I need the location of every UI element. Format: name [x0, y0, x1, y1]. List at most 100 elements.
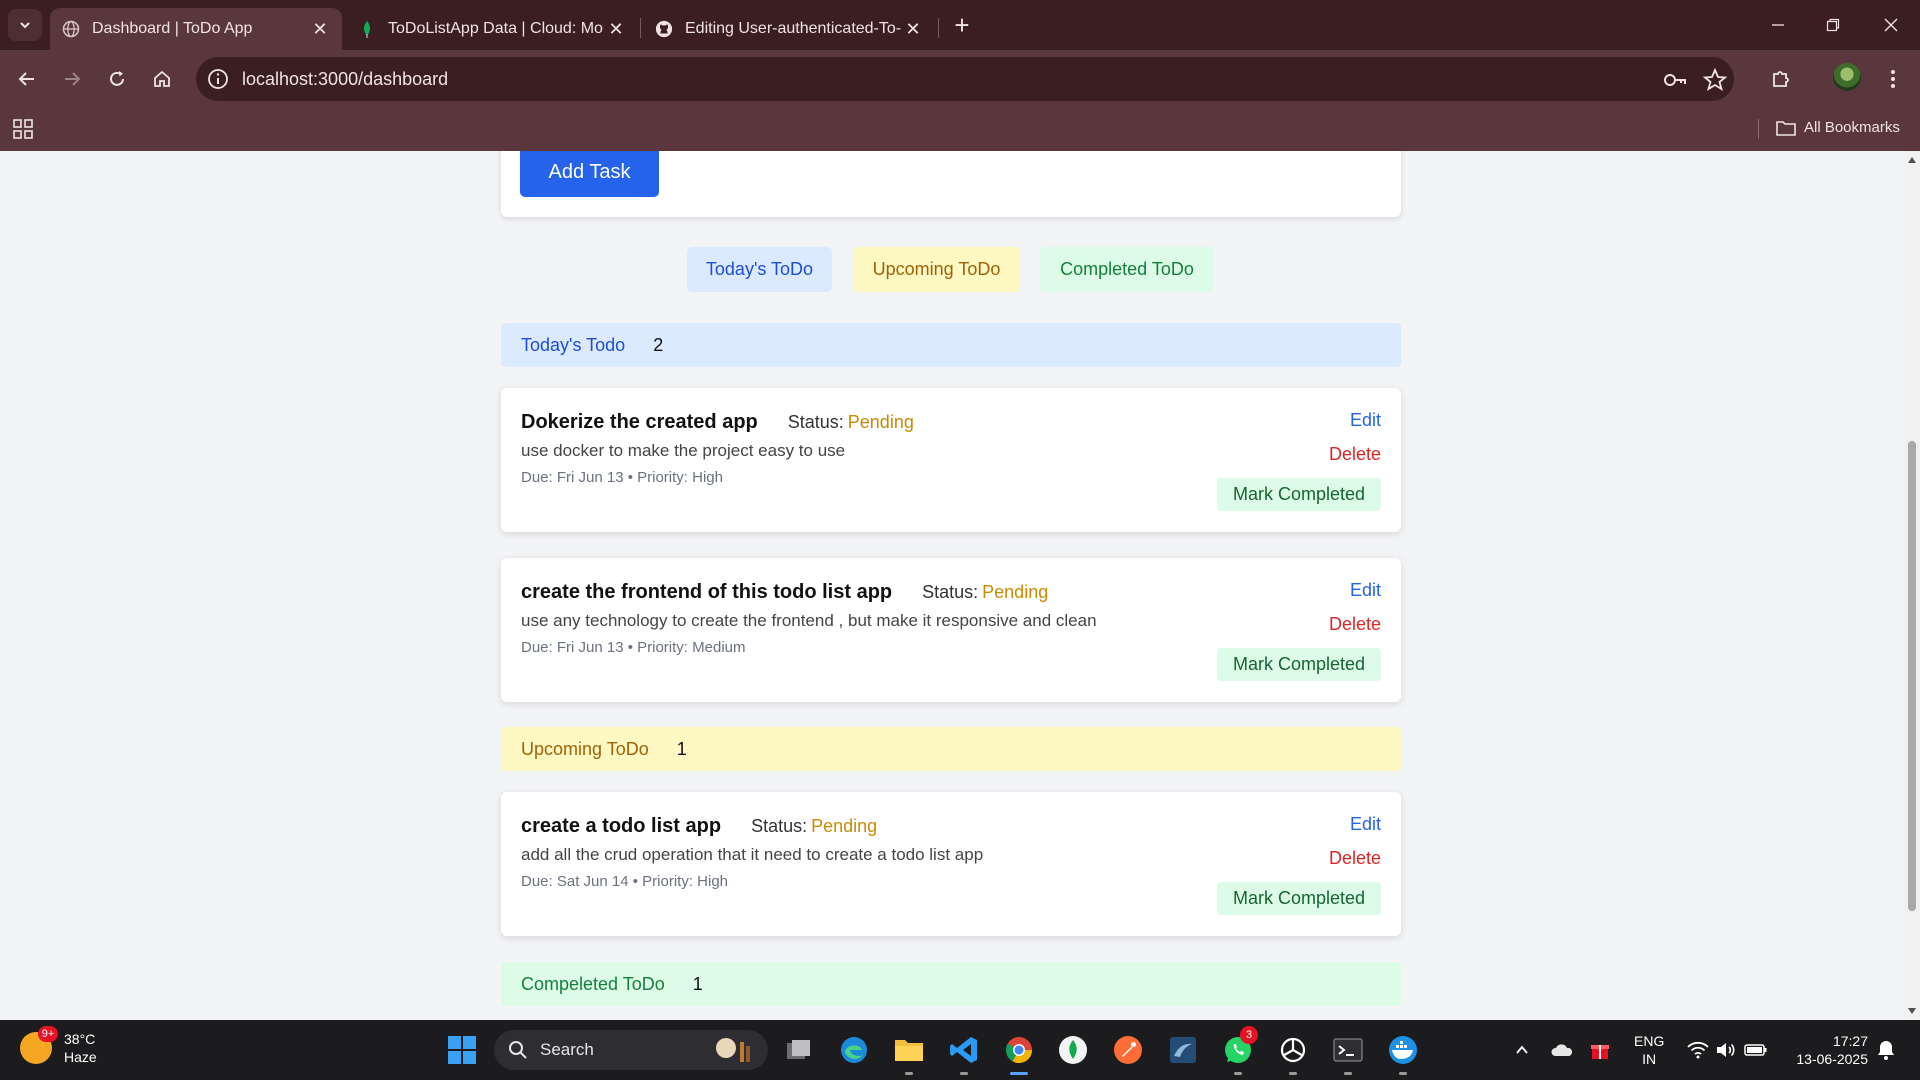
globe-icon — [62, 20, 80, 38]
mark-completed-button[interactable]: Mark Completed — [1217, 648, 1381, 681]
weather-widget[interactable]: 9+ 38°C Haze — [20, 1026, 97, 1066]
task-view-button[interactable] — [781, 1032, 817, 1068]
chatgpt-button[interactable] — [1275, 1032, 1311, 1068]
battery-charging-icon — [1744, 1044, 1767, 1056]
tab-dashboard[interactable]: Dashboard | ToDo App ✕ — [50, 8, 342, 50]
whatsapp-badge: 3 — [1240, 1026, 1258, 1044]
scrollbar-thumb[interactable] — [1908, 441, 1916, 911]
minimize-button[interactable] — [1758, 10, 1798, 40]
filter-completed-button[interactable]: Completed ToDo — [1040, 247, 1214, 292]
postman-button[interactable] — [1110, 1032, 1146, 1068]
close-tab-icon[interactable]: ✕ — [308, 17, 332, 41]
docker-desktop-button[interactable] — [1385, 1032, 1421, 1068]
scroll-down-arrow-icon[interactable] — [1907, 1006, 1917, 1016]
weather-condition: Haze — [64, 1049, 97, 1065]
mark-completed-button[interactable]: Mark Completed — [1217, 478, 1381, 511]
task-card: Dokerize the created app Status: Pending… — [501, 388, 1401, 532]
forward-button[interactable] — [55, 62, 89, 96]
task-description: add all the crud operation that it need … — [521, 845, 984, 864]
site-info-icon[interactable] — [206, 67, 230, 91]
running-indicator — [1234, 1072, 1242, 1075]
edge-browser-button[interactable] — [836, 1032, 872, 1068]
language-code: ENG — [1634, 1033, 1665, 1049]
edit-button[interactable]: Edit — [1350, 410, 1381, 431]
status-value: Pending — [847, 412, 914, 432]
system-clock[interactable]: 17:27 13-06-2025 — [1786, 1032, 1868, 1068]
mysql-workbench-icon — [1170, 1037, 1196, 1063]
home-button[interactable] — [145, 62, 179, 96]
task-title-row: create a todo list app Status: Pending — [521, 815, 877, 838]
whatsapp-button[interactable]: 3 — [1220, 1026, 1258, 1068]
mark-completed-button[interactable]: Mark Completed — [1217, 882, 1381, 915]
delete-button[interactable]: Delete — [1329, 848, 1381, 869]
mongodb-leaf-icon — [358, 20, 376, 38]
profile-avatar[interactable] — [1833, 63, 1861, 91]
filter-today-button[interactable]: Today's ToDo — [687, 247, 832, 292]
password-key-icon[interactable] — [1662, 67, 1688, 93]
wifi-icon — [1687, 1041, 1709, 1059]
restore-button[interactable] — [1813, 10, 1853, 40]
running-indicator — [1399, 1072, 1407, 1075]
extensions-button[interactable] — [1764, 62, 1798, 96]
browser-tab-bar: Dashboard | ToDo App ✕ ToDoListApp Data … — [0, 0, 1920, 50]
arrow-right-icon — [65, 72, 81, 86]
add-task-button[interactable]: Add Task — [520, 151, 659, 197]
terminal-icon — [1333, 1038, 1363, 1062]
page-viewport: Add Task Today's ToDo Upcoming ToDo Comp… — [0, 151, 1904, 1020]
chrome-icon — [1005, 1037, 1033, 1064]
vscode-button[interactable] — [946, 1032, 982, 1068]
file-explorer-button[interactable] — [891, 1032, 927, 1068]
taskbar-search[interactable]: Search — [494, 1030, 768, 1070]
onedrive-tray-button[interactable] — [1550, 1038, 1574, 1062]
speaker-icon — [1717, 1043, 1735, 1057]
task-card: create the frontend of this todo list ap… — [501, 558, 1401, 702]
reload-button[interactable] — [100, 62, 134, 96]
all-bookmarks-button[interactable]: All Bookmarks — [1776, 119, 1900, 136]
scroll-up-arrow-icon[interactable] — [1907, 155, 1917, 165]
close-window-button[interactable] — [1871, 10, 1911, 40]
page-scrollbar[interactable] — [1904, 151, 1920, 1020]
region-code: IN — [1642, 1051, 1657, 1067]
volume-tray-button[interactable] — [1714, 1038, 1738, 1062]
gift-tray-button[interactable] — [1588, 1038, 1612, 1062]
all-bookmarks-label: All Bookmarks — [1804, 119, 1900, 136]
back-button[interactable] — [10, 62, 44, 96]
mongodb-leaf-icon — [1059, 1036, 1087, 1064]
filter-upcoming-button[interactable]: Upcoming ToDo — [853, 247, 1020, 292]
start-button[interactable] — [444, 1032, 480, 1068]
bookmarks-divider — [1758, 119, 1759, 139]
task-meta: Due: Fri Jun 13 • Priority: High — [521, 469, 723, 486]
edit-button[interactable]: Edit — [1350, 814, 1381, 835]
close-tab-icon[interactable]: ✕ — [901, 17, 925, 41]
new-tab-button[interactable]: + — [948, 12, 976, 40]
docker-icon — [1389, 1036, 1417, 1064]
browser-menu-button[interactable] — [1876, 62, 1910, 96]
tab-search-button[interactable] — [8, 9, 42, 41]
mysql-workbench-button[interactable] — [1165, 1032, 1201, 1068]
status-value: Pending — [811, 816, 878, 836]
section-count: 2 — [653, 334, 664, 355]
restore-icon — [1826, 18, 1840, 32]
mongodb-compass-button[interactable] — [1055, 1032, 1091, 1068]
section-header-completed: Compeleted ToDo 1 — [501, 962, 1401, 1006]
chrome-button[interactable] — [1001, 1032, 1037, 1068]
tab-mongodb[interactable]: ToDoListApp Data | Cloud: Mon ✕ — [346, 8, 638, 50]
folder-icon — [895, 1040, 923, 1061]
tab-title: Editing User-authenticated-To- — [685, 20, 901, 37]
close-tab-icon[interactable]: ✕ — [604, 17, 628, 41]
delete-button[interactable]: Delete — [1329, 444, 1381, 465]
edit-button[interactable]: Edit — [1350, 580, 1381, 601]
bookmark-star-icon[interactable] — [1702, 67, 1728, 93]
wifi-tray-button[interactable] — [1686, 1038, 1710, 1062]
apps-grid-icon[interactable] — [13, 119, 33, 139]
address-bar[interactable]: localhost:3000/dashboard — [196, 57, 1734, 101]
language-indicator[interactable]: ENG IN — [1634, 1032, 1664, 1068]
battery-tray-button[interactable] — [1744, 1038, 1768, 1062]
tab-github[interactable]: Editing User-authenticated-To- ✕ — [643, 8, 935, 50]
notification-center-button[interactable] — [1874, 1038, 1898, 1062]
running-indicator — [1289, 1072, 1297, 1075]
terminal-button[interactable] — [1330, 1032, 1366, 1068]
cloud-icon — [1551, 1044, 1573, 1056]
delete-button[interactable]: Delete — [1329, 614, 1381, 635]
show-hidden-icons-button[interactable] — [1510, 1038, 1534, 1062]
